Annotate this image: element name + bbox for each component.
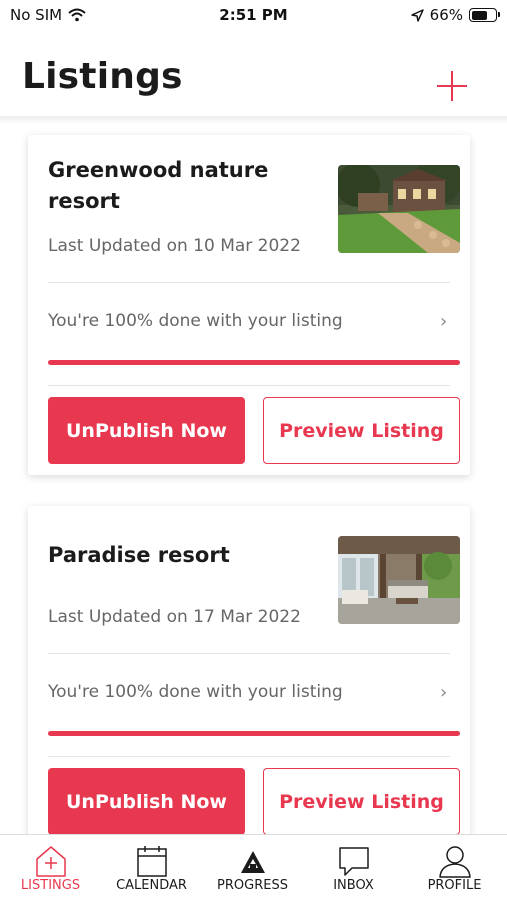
tab-label: PROFILE	[427, 878, 482, 893]
tab-label: INBOX	[333, 878, 374, 893]
card-divider	[48, 653, 450, 654]
unpublish-button[interactable]: UnPublish Now	[48, 768, 245, 835]
status-bar: No SIM 2:51 PM 66%	[0, 0, 507, 32]
battery-icon	[469, 8, 500, 22]
page-title: Listings	[22, 56, 183, 97]
card-divider	[48, 385, 450, 386]
listing-thumbnail[interactable]	[338, 536, 460, 624]
progress-fill	[48, 731, 460, 736]
progress-logo-icon	[240, 851, 265, 873]
listing-thumbnail[interactable]	[338, 165, 460, 253]
tab-inbox[interactable]: INBOX	[303, 835, 404, 901]
progress-text: You're 100% done with your listing	[48, 311, 343, 331]
tab-listings[interactable]: LISTINGS	[0, 835, 101, 901]
listing-card[interactable]: Greenwood nature resort Last Updated on …	[28, 135, 470, 475]
card-divider	[48, 282, 450, 283]
resort-garden-photo-icon	[338, 165, 460, 253]
preview-listing-button[interactable]: Preview Listing	[263, 397, 460, 464]
resort-patio-photo-icon	[338, 536, 460, 624]
chevron-right-icon: ›	[440, 311, 448, 332]
chat-bubble-icon	[338, 847, 369, 876]
header-divider	[0, 116, 507, 124]
progress-fill	[48, 360, 460, 365]
card-divider	[48, 756, 450, 757]
tab-bar: LISTINGS CALENDAR PROGRESS INBOX PROFILE	[0, 834, 507, 901]
tab-calendar[interactable]: CALENDAR	[101, 835, 202, 901]
unpublish-button[interactable]: UnPublish Now	[48, 397, 245, 464]
preview-listing-button[interactable]: Preview Listing	[263, 768, 460, 835]
listing-progress-row[interactable]: You're 100% done with your listing ›	[28, 297, 470, 347]
battery-percent: 66%	[429, 6, 463, 24]
add-listing-button[interactable]	[434, 68, 470, 104]
location-arrow-icon	[410, 8, 424, 22]
progress-bar	[48, 360, 460, 365]
status-right: 66%	[410, 6, 500, 24]
tab-label: CALENDAR	[116, 878, 187, 893]
progress-bar	[48, 731, 460, 736]
progress-text: You're 100% done with your listing	[48, 682, 343, 702]
listing-updated: Last Updated on 17 Mar 2022	[48, 607, 301, 627]
battery-level	[471, 10, 487, 20]
house-plus-icon	[35, 846, 66, 877]
calendar-icon	[136, 846, 167, 877]
person-icon	[438, 846, 471, 878]
tab-progress[interactable]: PROGRESS	[202, 835, 303, 901]
tab-label: PROGRESS	[217, 878, 288, 893]
chevron-right-icon: ›	[440, 682, 448, 703]
tab-profile[interactable]: PROFILE	[404, 835, 505, 901]
tab-label: LISTINGS	[20, 878, 81, 893]
listing-progress-row[interactable]: You're 100% done with your listing ›	[28, 668, 470, 718]
listing-title: Greenwood nature resort	[48, 158, 269, 213]
listing-card[interactable]: Paradise resort Last Updated on 17 Mar 2…	[28, 506, 470, 846]
plus-icon	[437, 71, 467, 101]
listing-title: Paradise resort	[48, 543, 230, 567]
listing-updated: Last Updated on 10 Mar 2022	[48, 236, 301, 256]
